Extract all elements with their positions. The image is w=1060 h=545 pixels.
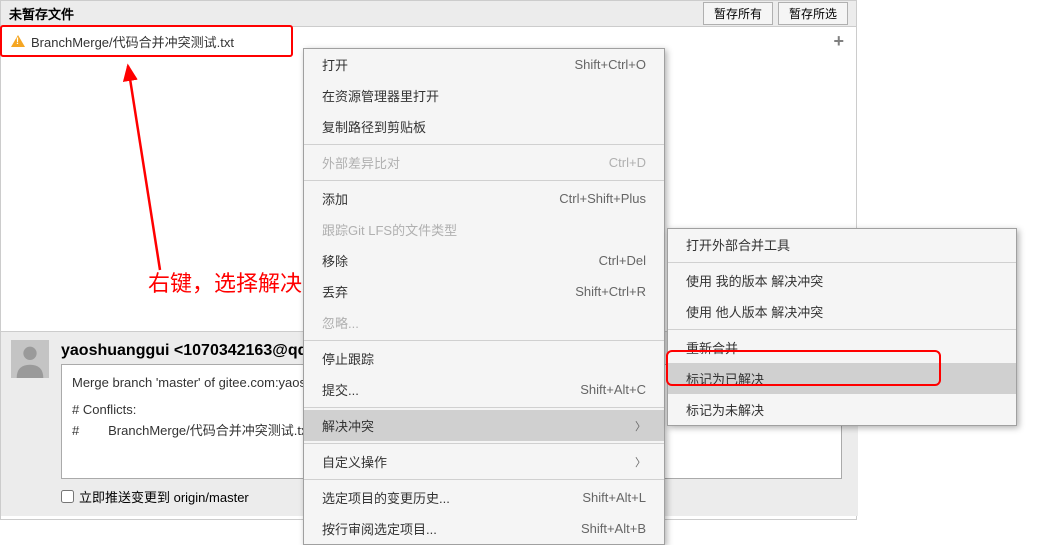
menu-separator bbox=[304, 180, 664, 181]
resolve-conflict-submenu: 打开外部合并工具 使用 我的版本 解决冲突 使用 他人版本 解决冲突 重新合并 … bbox=[667, 228, 1017, 426]
menu-remove[interactable]: 移除 Ctrl+Del bbox=[304, 245, 664, 276]
file-highlight-annotation bbox=[0, 25, 293, 57]
menu-separator bbox=[304, 407, 664, 408]
menu-blame-selected[interactable]: 按行审阅选定项目... Shift+Alt+B bbox=[304, 513, 664, 544]
chevron-right-icon: 〉 bbox=[635, 418, 646, 434]
stage-selected-button[interactable]: 暂存所选 bbox=[778, 2, 848, 25]
menu-stop-tracking[interactable]: 停止跟踪 bbox=[304, 343, 664, 374]
menu-discard[interactable]: 丢弃 Shift+Ctrl+R bbox=[304, 276, 664, 307]
menu-separator bbox=[304, 340, 664, 341]
menu-open-in-explorer[interactable]: 在资源管理器里打开 bbox=[304, 80, 664, 111]
menu-separator bbox=[668, 262, 1016, 263]
menu-resolve-conflict[interactable]: 解决冲突 〉 bbox=[304, 410, 664, 441]
submenu-highlight-annotation bbox=[666, 350, 941, 386]
menu-copy-path[interactable]: 复制路径到剪贴板 bbox=[304, 111, 664, 142]
push-immediate-label: 立即推送变更到 origin/master bbox=[79, 487, 249, 506]
menu-separator bbox=[304, 479, 664, 480]
submenu-use-mine[interactable]: 使用 我的版本 解决冲突 bbox=[668, 265, 1016, 296]
avatar bbox=[11, 340, 49, 378]
menu-separator bbox=[304, 144, 664, 145]
menu-commit[interactable]: 提交... Shift+Alt+C bbox=[304, 374, 664, 405]
menu-separator bbox=[304, 443, 664, 444]
menu-external-diff: 外部差异比对 Ctrl+D bbox=[304, 147, 664, 178]
menu-add[interactable]: 添加 Ctrl+Shift+Plus bbox=[304, 183, 664, 214]
menu-open[interactable]: 打开 Shift+Ctrl+O bbox=[304, 49, 664, 80]
menu-log-selected[interactable]: 选定项目的变更历史... Shift+Alt+L bbox=[304, 482, 664, 513]
menu-track-lfs: 跟踪Git LFS的文件类型 bbox=[304, 214, 664, 245]
submenu-mark-unresolved[interactable]: 标记为未解决 bbox=[668, 394, 1016, 425]
stage-all-button[interactable]: 暂存所有 bbox=[703, 2, 773, 25]
submenu-use-theirs[interactable]: 使用 他人版本 解决冲突 bbox=[668, 296, 1016, 327]
context-menu: 打开 Shift+Ctrl+O 在资源管理器里打开 复制路径到剪贴板 外部差异比… bbox=[303, 48, 665, 545]
add-icon[interactable]: + bbox=[833, 31, 844, 52]
menu-custom-action[interactable]: 自定义操作 〉 bbox=[304, 446, 664, 477]
unstaged-header: 未暂存文件 暂存所有 暂存所选 bbox=[1, 1, 856, 27]
menu-ignore: 忽略... bbox=[304, 307, 664, 338]
push-immediate-checkbox[interactable] bbox=[61, 490, 74, 503]
menu-separator bbox=[668, 329, 1016, 330]
section-title: 未暂存文件 bbox=[9, 4, 698, 23]
chevron-right-icon: 〉 bbox=[635, 454, 646, 470]
arrow-annotation bbox=[100, 60, 220, 275]
submenu-open-external-merge[interactable]: 打开外部合并工具 bbox=[668, 229, 1016, 260]
